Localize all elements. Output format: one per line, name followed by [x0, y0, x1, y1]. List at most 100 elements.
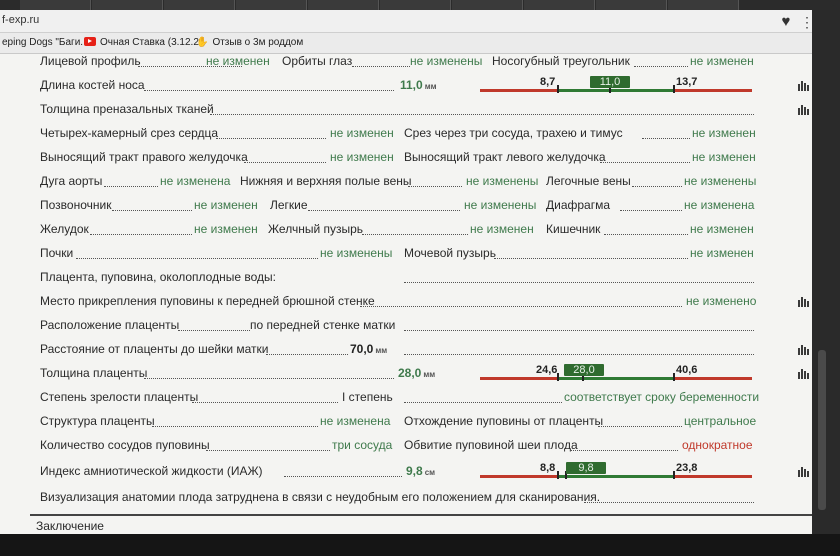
scale-min: 8,7: [540, 76, 556, 88]
dots: [404, 330, 754, 331]
tab[interactable]: [308, 0, 379, 10]
tab[interactable]: [164, 0, 235, 10]
scale-low: [480, 377, 558, 380]
tab[interactable]: [452, 0, 523, 10]
tab[interactable]: [524, 0, 595, 10]
dots: [284, 476, 402, 477]
label: Носогубный треугольник: [492, 54, 630, 68]
label: Толщина плаценты: [40, 366, 148, 380]
chart-bars-icon[interactable]: [798, 81, 812, 91]
value: однократное: [682, 438, 753, 452]
value: не изменен: [470, 222, 534, 236]
label: Лицевой профиль: [40, 54, 141, 68]
dots: [404, 282, 754, 283]
tab[interactable]: [596, 0, 667, 10]
dots: [216, 138, 326, 139]
label: Легкие: [270, 198, 308, 212]
tab[interactable]: [20, 0, 91, 10]
dots: [90, 234, 192, 235]
address-bar[interactable]: f-exp.ru: [0, 10, 812, 33]
value: не изменен: [330, 150, 394, 164]
scale-max-tick: [673, 85, 675, 93]
value: не изменен: [690, 246, 754, 260]
section-heading: Плацента, пуповина, околоплодные воды:: [40, 270, 276, 284]
url-text[interactable]: f-exp.ru: [2, 14, 39, 26]
chart-bars-icon[interactable]: [798, 467, 812, 477]
dots: [404, 402, 562, 403]
scale-low: [480, 89, 558, 92]
value: центральное: [684, 414, 757, 428]
chart-bars-icon[interactable]: [798, 105, 812, 115]
dots: [266, 354, 348, 355]
youtube-icon: [84, 37, 96, 46]
label: Выносящий тракт левого желудочка: [404, 150, 606, 164]
label: Почки: [40, 246, 74, 260]
value-wrap: 28,0 мм: [398, 366, 435, 380]
favorite-heart-icon[interactable]: ♥: [776, 12, 796, 32]
dots: [620, 210, 682, 211]
scale-normal: [558, 475, 674, 478]
bookmark-item[interactable]: ✋ Отзыв о 3м роддом: [196, 37, 303, 48]
row-cord-insertion: Место прикрепления пуповины к передней б…: [38, 294, 809, 312]
chart-bars-icon[interactable]: [798, 345, 812, 355]
placenta-thickness-scale: 24,6 40,6 28,0: [480, 364, 752, 384]
dots: [144, 90, 394, 91]
dots: [144, 378, 394, 379]
dots: [76, 258, 318, 259]
scrollbar-thumb[interactable]: [818, 350, 826, 510]
bookmark-item[interactable]: Очная Ставка (3.12.2: [84, 37, 199, 48]
scale-current: 28,0: [564, 364, 604, 376]
value: не изменено: [686, 294, 757, 308]
row-visualization-note: Визуализация анатомии плода затруднена в…: [38, 490, 778, 508]
dots: [598, 426, 682, 427]
value: три сосуда: [332, 438, 393, 452]
row-placenta-location: Расположение плаценты по передней стенке…: [38, 318, 778, 336]
conclusion-section: Заключение: [30, 514, 812, 536]
label: Диафрагма: [546, 198, 611, 212]
chart-bars-icon[interactable]: [798, 297, 812, 307]
value-wrap: 9,8 см: [406, 464, 435, 478]
value: не изменен: [692, 126, 756, 140]
value: не изменены: [466, 174, 539, 188]
label: Дуга аорты: [40, 174, 103, 188]
dots: [112, 210, 192, 211]
menu-icon[interactable]: ⋮: [800, 12, 814, 32]
unit: мм: [424, 82, 437, 91]
scrollbar[interactable]: [812, 10, 840, 534]
value: 70,0: [350, 342, 374, 356]
scale-max-tick: [673, 373, 675, 381]
bookmark-item[interactable]: eping Dogs "Баги.: [2, 37, 83, 48]
chart-bars-icon[interactable]: [798, 369, 812, 379]
label: Орбиты глаз: [282, 54, 353, 68]
tab[interactable]: [380, 0, 451, 10]
row-placenta-thickness: Толщина плаценты 28,0 мм 24,6 40,6 28,0: [38, 364, 809, 384]
dots: [604, 234, 688, 235]
label: Позвоночник: [40, 198, 112, 212]
unit: мм: [375, 346, 388, 355]
label: Длина костей носа: [40, 78, 145, 92]
label: Легочные вены: [546, 174, 631, 188]
hand-icon: ✋: [196, 37, 209, 48]
value-wrap: 70,0 мм: [350, 342, 387, 356]
scale-min: 24,6: [536, 364, 558, 376]
value: соответствует сроку беременности: [564, 390, 760, 404]
tab[interactable]: [92, 0, 163, 10]
dots: [308, 210, 460, 211]
label: Расположение плаценты: [40, 318, 180, 332]
tab[interactable]: [236, 0, 307, 10]
value-wrap: 11,0 мм: [400, 78, 437, 92]
value: не изменены: [464, 198, 537, 212]
label: Степень зрелости плаценты: [40, 390, 199, 404]
row-cord-vessels: Количество сосудов пуповины три сосуда О…: [38, 438, 778, 456]
label: Мочевой пузырь: [404, 246, 496, 260]
label: Срез через три сосуда, трахею и тимус: [404, 126, 623, 140]
scale-current: 9,8: [566, 462, 606, 474]
value: не изменена: [684, 198, 755, 212]
report-content: Лицевой профиль не изменен Орбиты глаз н…: [38, 54, 809, 534]
value: I степень: [342, 390, 393, 404]
value: не изменен: [194, 222, 258, 236]
scale-high: [674, 89, 752, 92]
tab[interactable]: [668, 0, 739, 10]
dots: [360, 306, 682, 307]
value: не изменены: [410, 54, 483, 68]
